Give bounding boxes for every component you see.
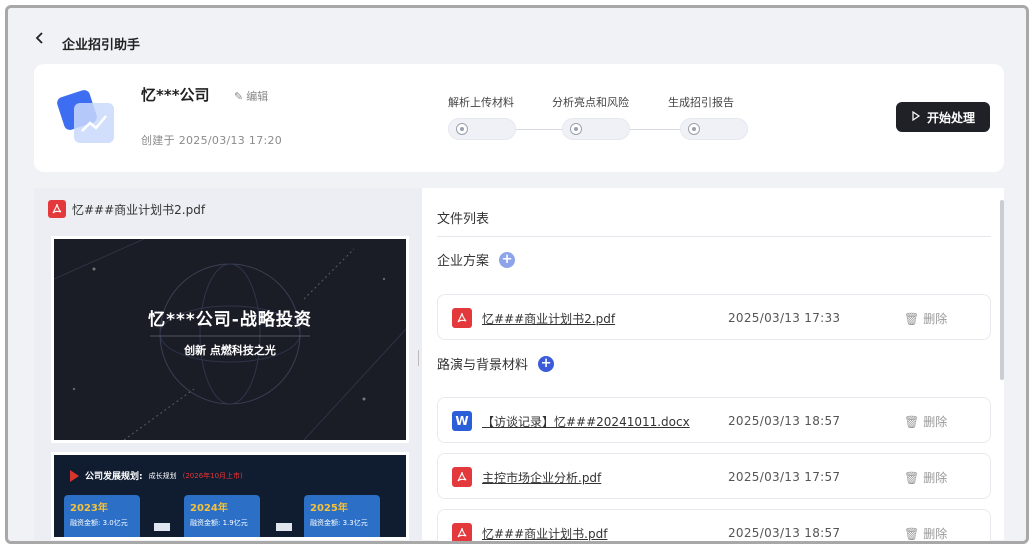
divider [437,236,991,237]
slide-subtitle: 创新 点燃科技之光 [184,344,276,357]
triangle-icon [70,469,79,482]
pdf-icon [452,523,472,541]
year-card: 2023年 融资金额: 3.0亿元 [64,495,140,537]
section-title: 路演与背景材料 [437,358,529,373]
edit-label: 编辑 [246,90,269,103]
edit-button[interactable]: ✎ 编辑 [234,88,268,104]
file-date: 2025/03/13 17:57 [728,470,841,484]
file-name-link[interactable]: 忆###商业计划书.pdf [482,525,607,541]
slide-heading-sub: 成长规划 [148,471,177,480]
pencil-icon: ✎ [234,89,244,103]
delete-label: 删除 [923,471,948,485]
step-label-report: 生成招引报告 [668,96,734,109]
slide-thumbnail-plan[interactable]: 公司发展规划: 成长规划 (2026年10月上市) 2023年 融资金额: 3.… [51,452,409,540]
pdf-icon [452,308,472,328]
back-icon[interactable] [34,32,46,44]
pending-dot-icon [456,123,468,135]
year-label: 2024年 [190,503,228,514]
step-connector [516,129,562,130]
progress-steps: 解析上传材料 分析亮点和风险 生成招引报告 [444,94,748,144]
year-card: 2025年 融资金额: 3.3亿元 [304,495,380,537]
add-file-icon[interactable]: + [499,251,516,268]
file-row: W 【访谈记录】忆###20241011.docx 2025/03/13 18:… [437,397,991,443]
vertical-scrollbar[interactable] [1000,200,1004,380]
year-card: 2024年 融资金额: 1.9亿元 [184,495,260,537]
section-roadshow-materials: 路演与背景材料 + [437,354,555,373]
slide-title: 忆***公司-战略投资 [148,310,312,330]
trash-icon: 🗑 [904,470,920,485]
file-name-link[interactable]: 主控市场企业分析.pdf [482,469,601,486]
file-list-title: 文件列表 [437,212,490,227]
preview-header: 忆###商业计划书2.pdf [48,200,205,218]
app-title: 企业招引助手 [62,38,141,53]
add-file-icon[interactable]: + [538,355,555,372]
file-date: 2025/03/13 17:33 [728,311,841,325]
title-bar: 企业招引助手 [8,8,1026,64]
trash-icon: 🗑 [904,526,920,541]
file-date: 2025/03/13 18:57 [728,526,841,540]
app-window: 企业招引助手 忆***公司 ✎ 编辑 创建于 2025/03/13 17:20 … [5,5,1029,544]
trash-icon: 🗑 [904,414,920,429]
delete-button[interactable]: 🗑 删除 [904,525,947,542]
company-name: 忆***公司 [141,86,210,104]
play-icon [911,110,921,124]
pending-dot-icon [570,123,582,135]
trash-icon: 🗑 [904,311,920,326]
file-row: 忆###商业计划书.pdf 2025/03/13 18:57 🗑 删除 [437,509,991,542]
start-label: 开始处理 [926,110,975,125]
year-text: 融资金额: 1.9亿元 [190,519,248,527]
step-status-report [680,118,748,140]
file-date: 2025/03/13 18:57 [728,414,841,428]
arrow-right-icon [154,523,170,531]
slide-heading: 公司发展规划: 成长规划 (2026年10月上市) [70,469,243,482]
year-label: 2023年 [70,503,108,514]
slide-heading-note: (2026年10月上市) [182,471,243,480]
delete-button[interactable]: 🗑 删除 [904,469,947,486]
pdf-icon [452,467,472,487]
file-name-link[interactable]: 【访谈记录】忆###20241011.docx [482,413,690,430]
year-text: 融资金额: 3.3亿元 [310,519,368,527]
company-header-card: 忆***公司 ✎ 编辑 创建于 2025/03/13 17:20 解析上传材料 … [34,64,1004,172]
network-background [54,239,406,440]
step-label-parse: 解析上传材料 [448,96,514,109]
year-label: 2025年 [310,503,348,514]
delete-label: 删除 [923,527,948,541]
section-title: 企业方案 [437,254,490,269]
pending-dot-icon [688,123,700,135]
created-time: 创建于 2025/03/13 17:20 [141,134,283,147]
slide-heading-text: 公司发展规划: [85,472,143,482]
document-preview-panel: 忆###商业计划书2.pdf 忆***公司-战略投资 创新 点燃科技之光 公司发… [34,188,422,540]
arrow-right-icon [276,523,292,531]
step-label-analyze: 分析亮点和风险 [552,96,629,109]
start-processing-button[interactable]: 开始处理 [896,102,990,132]
file-name-link[interactable]: 忆###商业计划书2.pdf [482,310,615,327]
word-icon: W [452,411,472,431]
delete-label: 删除 [923,312,948,326]
step-connector [630,129,680,130]
step-status-analyze [562,118,630,140]
step-status-parse [448,118,516,140]
delete-button[interactable]: 🗑 删除 [904,413,947,430]
file-row: 忆###商业计划书2.pdf 2025/03/13 17:33 🗑 删除 [437,294,991,340]
pdf-icon [48,200,66,218]
section-enterprise-plan: 企业方案 + [437,250,516,269]
slide-thumbnail-cover[interactable]: 忆***公司-战略投资 创新 点燃科技之光 [51,236,409,443]
delete-label: 删除 [923,415,948,429]
delete-button[interactable]: 🗑 删除 [904,310,947,327]
year-text: 融资金额: 3.0亿元 [70,519,128,527]
file-row: 主控市场企业分析.pdf 2025/03/13 17:57 🗑 删除 [437,453,991,499]
company-logo-icon [56,83,120,147]
file-list-panel: 文件列表 企业方案 + 忆###商业计划书2.pdf 2025/03/13 17… [422,188,1004,541]
preview-file-name: 忆###商业计划书2.pdf [72,202,206,217]
